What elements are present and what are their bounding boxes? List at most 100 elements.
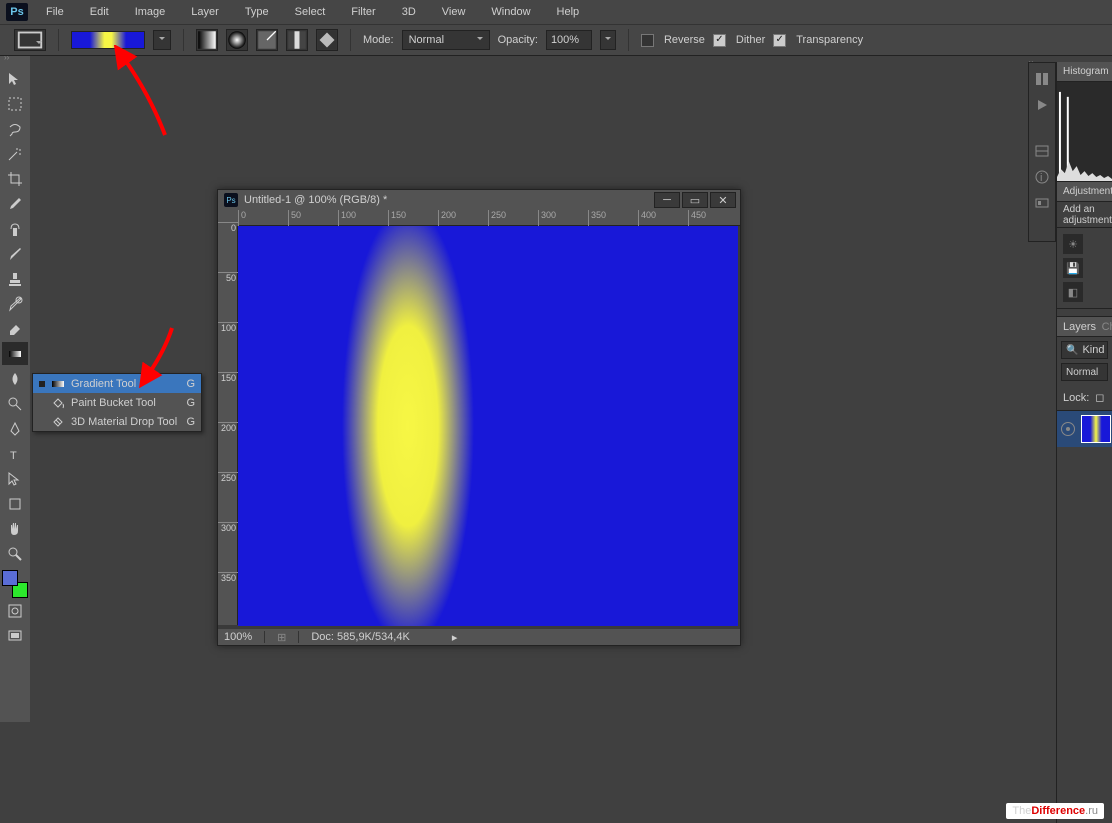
move-tool[interactable] bbox=[2, 67, 28, 90]
linear-gradient-button[interactable] bbox=[196, 29, 218, 51]
dither-checkbox[interactable]: ✓ bbox=[713, 34, 726, 47]
menu-edit[interactable]: Edit bbox=[82, 2, 117, 22]
save-icon[interactable]: 💾 bbox=[1063, 258, 1083, 278]
zoom-level[interactable]: 100% bbox=[224, 631, 252, 643]
flyout-label: Paint Bucket Tool bbox=[71, 397, 156, 409]
flyout-key: G bbox=[186, 397, 195, 409]
document-titlebar[interactable]: Ps Untitled-1 @ 100% (RGB/8) * ─ ▭ ✕ bbox=[218, 190, 740, 210]
flyout-label: 3D Material Drop Tool bbox=[71, 416, 177, 428]
flyout-3d-material[interactable]: 3D Material Drop Tool G bbox=[33, 412, 201, 431]
reverse-checkbox[interactable]: ✓ bbox=[641, 34, 654, 47]
gradient-tool[interactable] bbox=[2, 342, 28, 365]
menu-select[interactable]: Select bbox=[287, 2, 334, 22]
crop-tool[interactable] bbox=[2, 167, 28, 190]
healing-tool[interactable] bbox=[2, 217, 28, 240]
adjustments-tab[interactable]: Adjustments bbox=[1057, 182, 1112, 202]
panel-icon-5[interactable] bbox=[1032, 193, 1052, 213]
menu-image[interactable]: Image bbox=[127, 2, 174, 22]
menu-filter[interactable]: Filter bbox=[343, 2, 383, 22]
doc-info[interactable]: Doc: 585,9K/534,4K bbox=[311, 631, 409, 643]
dither-label: Dither bbox=[736, 34, 765, 46]
menu-type[interactable]: Type bbox=[237, 2, 277, 22]
lasso-tool[interactable] bbox=[2, 117, 28, 140]
screenmode-button[interactable] bbox=[2, 624, 28, 647]
info-icon[interactable]: i bbox=[1032, 167, 1052, 187]
history-brush-tool[interactable] bbox=[2, 292, 28, 315]
gradient-dropdown[interactable] bbox=[153, 30, 171, 50]
menu-window[interactable]: Window bbox=[483, 2, 538, 22]
document-window: Ps Untitled-1 @ 100% (RGB/8) * ─ ▭ ✕ 050… bbox=[217, 189, 741, 646]
blur-tool[interactable] bbox=[2, 367, 28, 390]
vertical-ruler[interactable]: 050100150200250300350 bbox=[218, 226, 238, 625]
radial-gradient-button[interactable] bbox=[226, 29, 248, 51]
diamond-gradient-button[interactable] bbox=[316, 29, 338, 51]
brightness-icon[interactable]: ☀ bbox=[1063, 234, 1083, 254]
maximize-button[interactable]: ▭ bbox=[682, 192, 708, 208]
bucket-icon bbox=[51, 396, 65, 410]
layer-background[interactable] bbox=[1057, 411, 1112, 447]
path-select-tool[interactable] bbox=[2, 467, 28, 490]
hand-tool[interactable] bbox=[2, 517, 28, 540]
flyout-label: Gradient Tool bbox=[71, 378, 136, 390]
document-title: Untitled-1 @ 100% (RGB/8) * bbox=[244, 194, 387, 206]
layer-thumbnail[interactable] bbox=[1081, 415, 1111, 443]
minimize-button[interactable]: ─ bbox=[654, 192, 680, 208]
svg-text:i: i bbox=[1040, 172, 1042, 184]
wand-tool[interactable] bbox=[2, 142, 28, 165]
marquee-tool[interactable] bbox=[2, 92, 28, 115]
blend-mode-select[interactable]: Normal bbox=[402, 30, 490, 50]
layer-visibility-icon[interactable] bbox=[1061, 422, 1075, 436]
transparency-checkbox[interactable]: ✓ bbox=[773, 34, 786, 47]
bucket-3d-icon bbox=[51, 415, 65, 429]
play-icon[interactable] bbox=[1032, 95, 1052, 115]
reverse-label: Reverse bbox=[664, 34, 705, 46]
svg-text:T: T bbox=[10, 450, 17, 462]
stamp-tool[interactable] bbox=[2, 267, 28, 290]
histogram-panel bbox=[1057, 82, 1112, 182]
menu-file[interactable]: File bbox=[38, 2, 72, 22]
gradient-tool-flyout: Gradient Tool G Paint Bucket Tool G 3D M… bbox=[32, 373, 202, 432]
flyout-paint-bucket[interactable]: Paint Bucket Tool G bbox=[33, 393, 201, 412]
angle-gradient-button[interactable] bbox=[256, 29, 278, 51]
shape-tool[interactable] bbox=[2, 492, 28, 515]
foreground-color[interactable] bbox=[2, 570, 18, 586]
gradient-preview[interactable] bbox=[71, 31, 145, 49]
watermark: TheDifference.ru bbox=[1006, 803, 1104, 819]
type-tool[interactable]: T bbox=[2, 442, 28, 465]
reflected-gradient-button[interactable] bbox=[286, 29, 308, 51]
pen-tool[interactable] bbox=[2, 417, 28, 440]
brush-tool[interactable] bbox=[2, 242, 28, 265]
opacity-dropdown[interactable] bbox=[600, 30, 616, 50]
menu-layer[interactable]: Layer bbox=[183, 2, 227, 22]
canvas[interactable] bbox=[238, 226, 738, 626]
menu-help[interactable]: Help bbox=[549, 2, 588, 22]
flyout-gradient-tool[interactable]: Gradient Tool G bbox=[33, 374, 201, 393]
menu-view[interactable]: View bbox=[434, 2, 474, 22]
color-swatches[interactable] bbox=[2, 570, 28, 598]
eraser-tool[interactable] bbox=[2, 317, 28, 340]
histogram-tab[interactable]: Histogram bbox=[1057, 62, 1112, 82]
tool-preset-picker[interactable] bbox=[14, 29, 46, 51]
eyedropper-tool[interactable] bbox=[2, 192, 28, 215]
layer-blend-mode[interactable]: Normal bbox=[1061, 363, 1108, 381]
menu-3d[interactable]: 3D bbox=[394, 2, 424, 22]
adj-icon-3[interactable]: ◧ bbox=[1063, 282, 1083, 302]
dodge-tool[interactable] bbox=[2, 392, 28, 415]
panel-icon-1[interactable] bbox=[1032, 69, 1052, 89]
add-adjustment-label: Add an adjustment bbox=[1057, 202, 1112, 228]
flyout-key: G bbox=[186, 378, 195, 390]
close-button[interactable]: ✕ bbox=[710, 192, 736, 208]
menu-bar: Ps File Edit Image Layer Type Select Fil… bbox=[0, 0, 1112, 24]
right-icon-strip: i bbox=[1028, 62, 1056, 242]
quickmask-button[interactable] bbox=[2, 599, 28, 622]
horizontal-ruler[interactable]: 050100150200250300350400450 bbox=[238, 210, 740, 226]
panel-icon-3[interactable] bbox=[1032, 141, 1052, 161]
opacity-input[interactable]: 100% bbox=[546, 30, 592, 50]
layers-tab[interactable]: Layers Ch bbox=[1057, 317, 1112, 337]
annotation-arrow-1 bbox=[95, 45, 185, 145]
zoom-tool[interactable] bbox=[2, 542, 28, 565]
ps-logo-icon: Ps bbox=[6, 3, 28, 21]
options-bar: Mode: Normal Opacity: 100% ✓Reverse ✓Dit… bbox=[0, 24, 1112, 56]
layer-filter-kind[interactable]: 🔍 Kind bbox=[1061, 341, 1108, 359]
right-panels: Histogram Adjustments Add an adjustment … bbox=[1056, 62, 1112, 823]
